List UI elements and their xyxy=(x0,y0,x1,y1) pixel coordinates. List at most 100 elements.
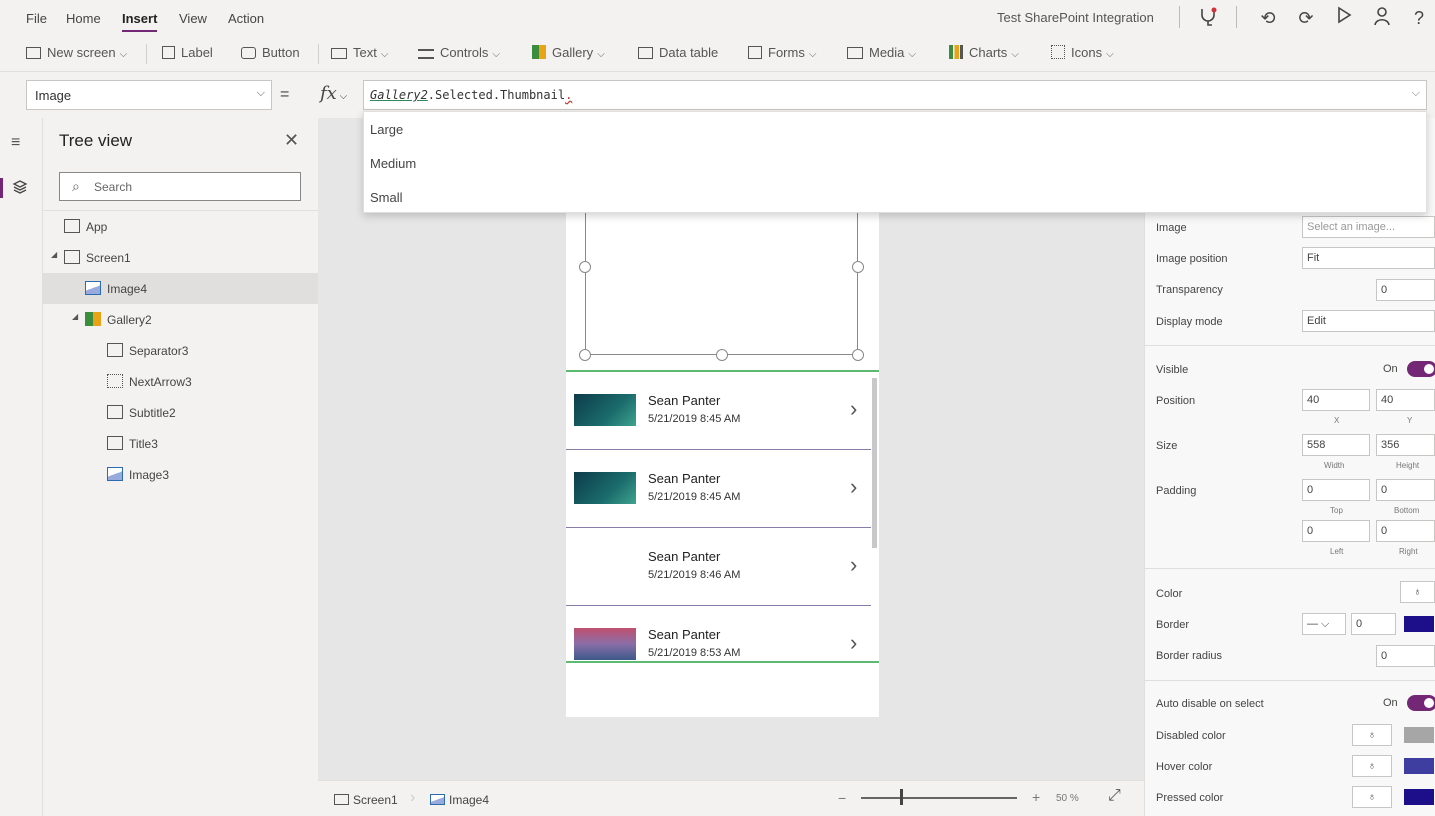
gallery-menu[interactable]: Gallery ⌵ xyxy=(532,45,605,60)
breadcrumb-screen[interactable]: Screen1 xyxy=(334,793,398,807)
tree-item-image4[interactable]: Image4 xyxy=(43,273,318,304)
gallery-item[interactable]: Sean Panter 5/21/2019 8:45 AM › xyxy=(566,372,871,450)
color-picker-button[interactable]: ♁ xyxy=(1352,786,1392,808)
position-y-input[interactable]: 40 xyxy=(1376,389,1435,411)
menu-insert[interactable]: Insert xyxy=(122,11,158,32)
table-icon xyxy=(638,47,653,59)
color-picker-button[interactable]: ♁ xyxy=(1352,755,1392,777)
expand-formula-icon[interactable]: ⌵ xyxy=(1412,87,1420,100)
gallery-scrollbar[interactable] xyxy=(872,378,877,548)
redo-icon[interactable]: ⟳ xyxy=(1294,6,1318,30)
chevron-right-icon[interactable]: › xyxy=(850,474,857,500)
border-radius-input[interactable]: 0 xyxy=(1376,645,1435,667)
auto-disable-toggle[interactable] xyxy=(1407,695,1435,711)
autocomplete-option[interactable]: Medium xyxy=(370,156,416,171)
tree-item-subtitle2[interactable]: Subtitle2 xyxy=(43,397,318,428)
height-input[interactable]: 356 xyxy=(1376,434,1435,456)
pressed-color-swatch[interactable] xyxy=(1404,789,1434,805)
charts-menu[interactable]: Charts ⌵ xyxy=(949,45,1019,60)
autocomplete-option[interactable]: Small xyxy=(370,190,403,205)
forms-menu-label: Forms xyxy=(768,45,805,60)
close-icon[interactable]: ✕ xyxy=(284,130,299,151)
text-menu[interactable]: Text ⌵ xyxy=(331,45,388,60)
color-picker-button[interactable]: ♁ xyxy=(1352,724,1392,746)
padding-right-input[interactable]: 0 xyxy=(1376,520,1435,542)
menu-file[interactable]: File xyxy=(26,11,47,26)
tree-item-app[interactable]: App xyxy=(43,211,318,242)
collapse-icon[interactable]: ◢ xyxy=(51,250,57,259)
disabled-color-swatch[interactable] xyxy=(1404,727,1434,743)
button-button[interactable]: Button xyxy=(241,45,300,60)
zoom-in-button[interactable]: + xyxy=(1032,789,1040,805)
resize-handle[interactable] xyxy=(852,349,864,361)
visible-toggle[interactable] xyxy=(1407,361,1435,377)
tree-item-image3[interactable]: Image3 xyxy=(43,459,318,490)
label-button[interactable]: Label xyxy=(162,45,213,60)
menu-view[interactable]: View xyxy=(179,11,207,26)
fx-button[interactable]: fx ⌵ xyxy=(308,80,360,110)
tree-item-separator3[interactable]: Separator3 xyxy=(43,335,318,366)
property-dropdown[interactable]: Image ⌵ xyxy=(26,80,272,110)
border-style-select[interactable]: — ⌵ xyxy=(1302,613,1346,635)
property-value: Image xyxy=(35,88,72,103)
gallery-item-date: 5/21/2019 8:45 AM xyxy=(648,413,741,425)
prop-label: Border xyxy=(1156,619,1190,631)
zoom-out-button[interactable]: − xyxy=(838,790,846,806)
app-name: Test SharePoint Integration xyxy=(997,10,1154,25)
chevron-right-icon[interactable]: › xyxy=(850,630,857,656)
tree-item-gallery2[interactable]: ◢ Gallery2 xyxy=(43,304,318,335)
image-select[interactable]: Select an image... xyxy=(1302,216,1435,238)
chevron-down-icon: ⌵ xyxy=(808,49,817,60)
tree-search-input[interactable]: ⌕ Search xyxy=(59,172,301,201)
border-width-input[interactable]: 0 xyxy=(1351,613,1396,635)
zoom-slider-thumb[interactable] xyxy=(900,789,903,805)
icons-menu[interactable]: Icons ⌵ xyxy=(1051,45,1114,60)
hamburger-icon[interactable]: ≡ xyxy=(11,134,20,152)
display-mode-select[interactable]: Edit xyxy=(1302,310,1435,332)
zoom-slider[interactable] xyxy=(861,797,1017,799)
chevron-right-icon[interactable]: › xyxy=(850,552,857,578)
help-icon[interactable]: ? xyxy=(1407,6,1431,30)
transparency-input[interactable]: 0 xyxy=(1376,279,1435,301)
data-table-button[interactable]: Data table xyxy=(638,45,718,60)
tree-item-title3[interactable]: Title3 xyxy=(43,428,318,459)
width-input[interactable]: 558 xyxy=(1302,434,1370,456)
user-icon[interactable] xyxy=(1370,6,1394,30)
undo-icon[interactable]: ⟲ xyxy=(1256,6,1280,30)
app-checker-icon[interactable] xyxy=(1196,6,1220,30)
tree-item-screen1[interactable]: ◢ Screen1 xyxy=(43,242,318,273)
position-x-input[interactable]: 40 xyxy=(1302,389,1370,411)
gallery-item[interactable]: Sean Panter 5/21/2019 8:46 AM › xyxy=(566,528,871,606)
padding-left-input[interactable]: 0 xyxy=(1302,520,1370,542)
resize-handle[interactable] xyxy=(716,349,728,361)
forms-menu[interactable]: Forms ⌵ xyxy=(748,45,816,60)
controls-menu[interactable]: Controls ⌵ xyxy=(418,45,500,60)
fit-to-window-icon[interactable]: ⤢ xyxy=(1108,787,1121,805)
media-menu[interactable]: Media ⌵ xyxy=(847,45,916,60)
tree-item-nextarrow3[interactable]: NextArrow3 xyxy=(43,366,318,397)
resize-handle[interactable] xyxy=(852,261,864,273)
gallery-item[interactable]: Sean Panter 5/21/2019 8:53 AM › xyxy=(566,606,871,662)
layers-icon[interactable] xyxy=(12,179,28,198)
padding-bottom-input[interactable]: 0 xyxy=(1376,479,1435,501)
hover-color-swatch[interactable] xyxy=(1404,758,1434,774)
gallery-item[interactable]: Sean Panter 5/21/2019 8:45 AM › xyxy=(566,450,871,528)
collapse-icon[interactable]: ◢ xyxy=(72,312,78,321)
breadcrumb-control[interactable]: Image4 xyxy=(430,793,489,807)
chevron-right-icon[interactable]: › xyxy=(850,396,857,422)
color-picker-button[interactable]: ♁ xyxy=(1400,581,1435,603)
menu-action[interactable]: Action xyxy=(228,11,264,26)
border-color-swatch[interactable] xyxy=(1404,616,1434,632)
padding-top-input[interactable]: 0 xyxy=(1302,479,1370,501)
display-mode-value: Edit xyxy=(1307,315,1326,327)
image-position-select[interactable]: Fit xyxy=(1302,247,1435,269)
play-icon[interactable] xyxy=(1332,6,1356,30)
resize-handle[interactable] xyxy=(579,349,591,361)
new-screen-button[interactable]: New screen ⌵ xyxy=(26,45,127,60)
data-table-label: Data table xyxy=(659,45,719,60)
autocomplete-option[interactable]: Large xyxy=(370,122,403,137)
resize-handle[interactable] xyxy=(579,261,591,273)
image4-control[interactable] xyxy=(579,213,864,361)
formula-input[interactable]: Gallery2.Selected.Thumbnail. ⌵ xyxy=(363,80,1427,110)
menu-home[interactable]: Home xyxy=(66,11,101,26)
